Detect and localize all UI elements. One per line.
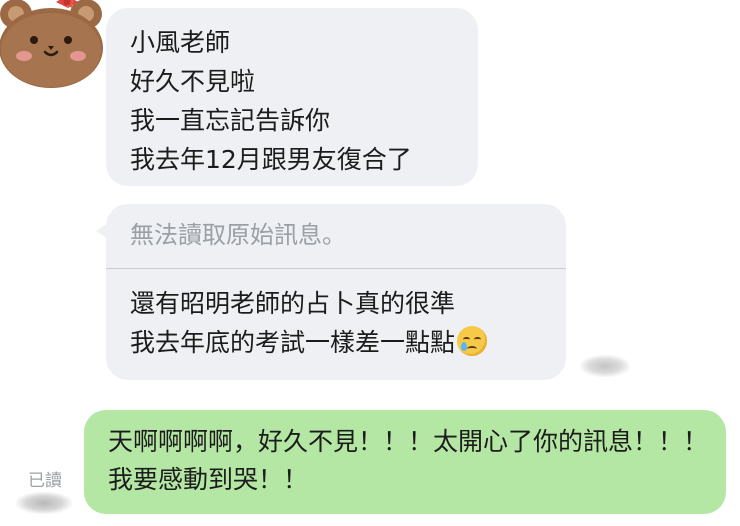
message-line: 小風老師: [130, 28, 231, 57]
message-line: 我一直忘記告訴你: [130, 106, 331, 135]
bear-avatar-icon[interactable]: [0, 0, 110, 92]
blurred-timestamp: [16, 492, 72, 514]
reply-text: 還有昭明老師的占卜真的很準 我去年底的考試一樣差一點點: [130, 284, 488, 362]
read-status-label: 已讀: [28, 471, 62, 491]
message-line-text: 我去年底的考試一樣差一點點: [130, 328, 456, 357]
incoming-reply-bubble[interactable]: 無法讀取原始訊息。 還有昭明老師的占卜真的很準 我去年底的考試一樣差一點點: [106, 204, 566, 380]
crying-face-emoji-icon: [457, 326, 488, 356]
message-line: 好久不見啦: [130, 67, 256, 96]
quoted-message[interactable]: 無法讀取原始訊息。: [130, 216, 346, 254]
outgoing-message-text: 天啊啊啊啊，好久不見！！！太開心了你的訊息！！！我要感動到哭！！: [108, 427, 709, 494]
outgoing-message-bubble[interactable]: 天啊啊啊啊，好久不見！！！太開心了你的訊息！！！我要感動到哭！！: [84, 410, 726, 514]
message-line: 我去年底的考試一樣差一點點: [130, 323, 488, 362]
incoming-message-bubble[interactable]: 小風老師 好久不見啦 我一直忘記告訴你 我去年12月跟男友復合了: [106, 8, 478, 186]
blurred-timestamp: [580, 355, 630, 377]
message-line: 我去年12月跟男友復合了: [130, 145, 412, 174]
message-line: 還有昭明老師的占卜真的很準: [130, 289, 456, 318]
quote-divider: [106, 268, 566, 269]
